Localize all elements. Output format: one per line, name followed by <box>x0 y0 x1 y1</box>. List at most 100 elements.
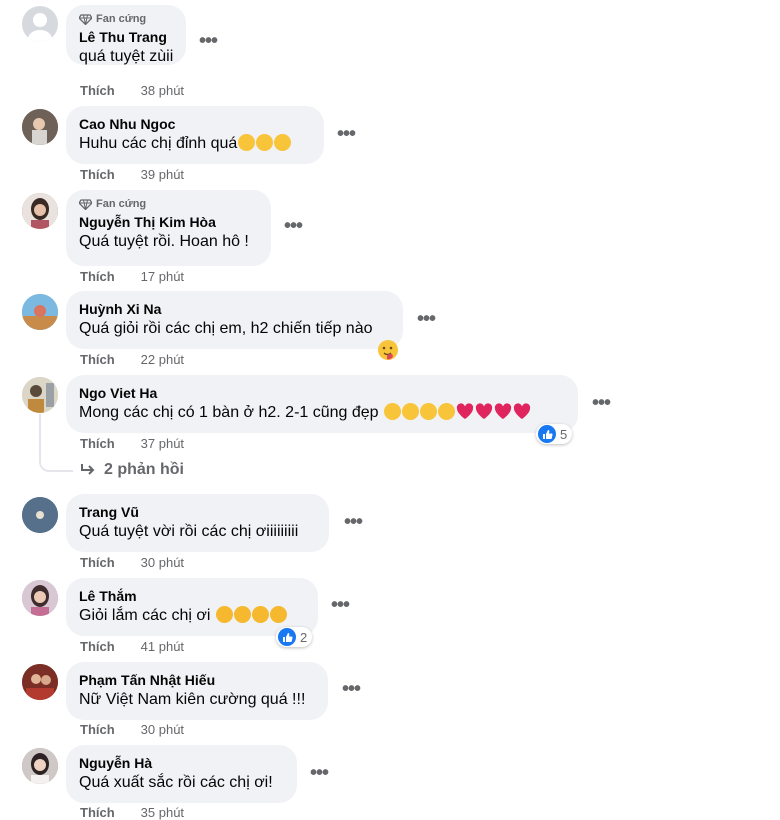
pleading-face-icon <box>274 134 292 151</box>
comment-author[interactable]: Nguyễn Thị Kim Hòa <box>79 213 258 231</box>
comment-actions: Thích 35 phút <box>80 805 184 820</box>
diamond-icon <box>79 13 92 25</box>
like-reaction-icon <box>278 628 296 646</box>
timestamp[interactable]: 35 phút <box>141 805 184 820</box>
view-replies-link[interactable]: 2 phản hồi <box>80 461 184 479</box>
like-button[interactable]: Thích <box>80 805 115 820</box>
heart-eyes-icon <box>215 606 233 623</box>
diamond-icon <box>79 198 92 210</box>
comment-author[interactable]: Phạm Tấn Nhật Hiếu <box>79 671 315 689</box>
comment-author[interactable]: Cao Nhu Ngoc <box>79 115 311 133</box>
like-button[interactable]: Thích <box>80 436 115 451</box>
avatar[interactable] <box>22 664 58 700</box>
like-button[interactable]: Thích <box>80 83 115 98</box>
timestamp[interactable]: 22 phút <box>141 352 184 367</box>
replies-count-label: 2 phản hồi <box>104 461 184 478</box>
avatar[interactable] <box>22 193 58 229</box>
more-options-icon[interactable]: ••• <box>338 679 364 704</box>
timestamp[interactable]: 17 phút <box>141 269 184 284</box>
comment-actions: Thích 30 phút <box>80 722 184 737</box>
comment-actions: Thích 37 phút <box>80 436 184 451</box>
comment-bubble: Phạm Tấn Nhật Hiếu Nữ Việt Nam kiên cườn… <box>66 662 328 720</box>
avatar[interactable] <box>22 377 58 413</box>
timestamp[interactable]: 39 phút <box>141 167 184 182</box>
heart-icon <box>494 403 512 419</box>
more-options-icon[interactable]: ••• <box>280 216 306 241</box>
fan-badge[interactable]: Fan cứng <box>79 13 173 25</box>
hug-face-icon <box>384 403 402 420</box>
comment-text: Huhu các chị đỉnh quá <box>79 133 311 155</box>
comment-author[interactable]: Lê Thu Trang <box>79 28 173 46</box>
thread-connector <box>39 414 73 472</box>
more-options-icon[interactable]: ••• <box>327 595 353 620</box>
pleading-face-icon <box>256 134 274 151</box>
comment-bubble: Cao Nhu Ngoc Huhu các chị đỉnh quá <box>66 106 324 164</box>
comment-text: Mong các chị có 1 bàn ở h2. 2-1 cũng đẹp <box>79 402 565 424</box>
comment-actions: Thích 17 phút <box>80 269 184 284</box>
avatar[interactable] <box>22 580 58 616</box>
comment-actions: Thích 38 phút <box>80 83 184 98</box>
more-options-icon[interactable]: ••• <box>340 512 366 537</box>
comment-author[interactable]: Nguyễn Hà <box>79 754 284 772</box>
like-button[interactable]: Thích <box>80 639 115 654</box>
comment-actions: Thích 30 phút <box>80 555 184 570</box>
badge-label: Fan cứng <box>96 13 147 25</box>
timestamp[interactable]: 41 phút <box>141 639 184 654</box>
comment-actions: Thích 41 phút <box>80 639 184 654</box>
timestamp[interactable]: 37 phút <box>141 436 184 451</box>
reaction-count[interactable]: 2 <box>276 627 313 647</box>
comment-text: Nữ Việt Nam kiên cường quá !!! <box>79 691 306 708</box>
comment-text: quá tuyệt zùii <box>79 48 174 65</box>
timestamp[interactable]: 38 phút <box>141 83 184 98</box>
heart-eyes-icon <box>269 606 287 623</box>
comment-bubble: Trang Vũ Quá tuyệt vời rồi các chị ơiiii… <box>66 494 329 552</box>
timestamp[interactable]: 30 phút <box>141 722 184 737</box>
like-button[interactable]: Thích <box>80 722 115 737</box>
comment-bubble: Huỳnh Xi Na Quá giỏi rồi các chị em, h2 … <box>66 291 403 349</box>
more-options-icon[interactable]: ••• <box>413 309 439 334</box>
like-button[interactable]: Thích <box>80 555 115 570</box>
comment-author[interactable]: Trang Vũ <box>79 503 316 521</box>
comment-text: Quá giỏi rồi các chị em, h2 chiến tiếp n… <box>79 320 373 337</box>
fan-badge[interactable]: Fan cứng <box>79 198 258 210</box>
avatar[interactable] <box>22 294 58 330</box>
hug-face-icon <box>402 403 420 420</box>
avatar[interactable] <box>22 497 58 533</box>
avatar[interactable] <box>22 6 58 42</box>
pleading-face-icon <box>238 134 256 151</box>
avatar[interactable] <box>22 109 58 145</box>
avatar[interactable] <box>22 748 58 784</box>
badge-label: Fan cứng <box>96 198 147 210</box>
like-button[interactable]: Thích <box>80 352 115 367</box>
like-reaction-icon <box>538 425 556 443</box>
comment-author[interactable]: Lê Thắm <box>79 587 305 605</box>
like-button[interactable]: Thích <box>80 269 115 284</box>
comment-text: Quá xuất sắc rồi các chị ơi! <box>79 774 273 791</box>
comment-author[interactable]: Huỳnh Xi Na <box>79 300 390 318</box>
comment-bubble: Fan cứng Lê Thu Trang quá tuyệt zùii <box>66 5 186 65</box>
reply-arrow-icon <box>81 464 95 475</box>
reaction-number: 5 <box>560 426 568 442</box>
heart-eyes-icon <box>233 606 251 623</box>
more-options-icon[interactable]: ••• <box>195 31 221 56</box>
comment-actions: Thích 22 phút <box>80 352 184 367</box>
hug-face-icon <box>420 403 438 420</box>
comment-bubble: Ngo Viet Ha Mong các chị có 1 bàn ở h2. … <box>66 375 578 433</box>
heart-icon <box>513 403 531 419</box>
hug-face-icon <box>438 403 456 420</box>
reaction-count[interactable]: 5 <box>536 424 573 444</box>
more-options-icon[interactable]: ••• <box>588 393 614 418</box>
like-button[interactable]: Thích <box>80 167 115 182</box>
comment-bubble: Nguyễn Hà Quá xuất sắc rồi các chị ơi! <box>66 745 297 803</box>
more-options-icon[interactable]: ••• <box>306 763 332 788</box>
comment-bubble: Fan cứng Nguyễn Thị Kim Hòa Quá tuyệt rồ… <box>66 190 271 266</box>
comment-author[interactable]: Ngo Viet Ha <box>79 384 565 402</box>
timestamp[interactable]: 30 phút <box>141 555 184 570</box>
heart-eyes-icon <box>251 606 269 623</box>
heart-icon <box>475 403 493 419</box>
heart-icon <box>456 403 474 419</box>
comment-text: Quá tuyệt rồi. Hoan hô ! <box>79 233 249 250</box>
more-options-icon[interactable]: ••• <box>333 124 359 149</box>
reaction-number: 2 <box>300 629 308 645</box>
hug-sticker-icon <box>376 338 400 362</box>
